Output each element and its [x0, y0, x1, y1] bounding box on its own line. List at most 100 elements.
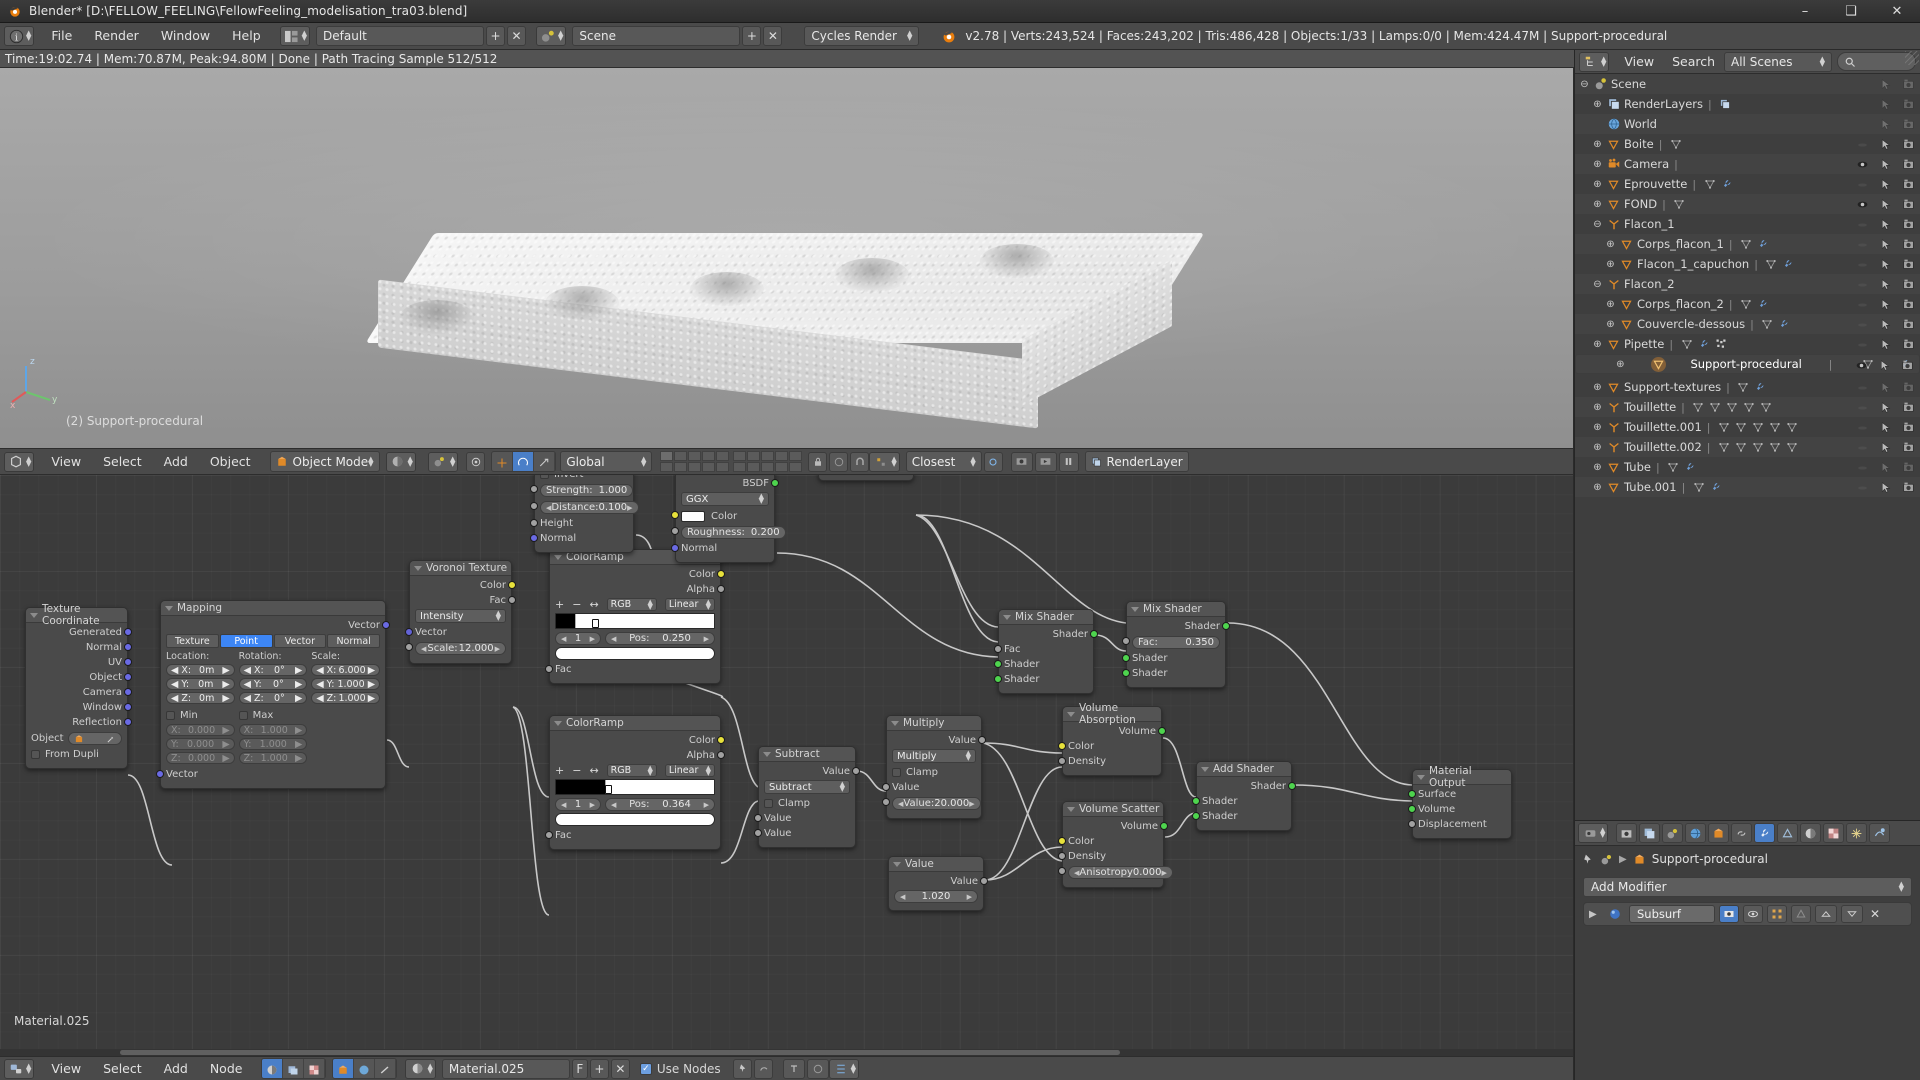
- expand-toggle-icon[interactable]: ⊕: [1605, 319, 1616, 330]
- output-socket[interactable]: [978, 736, 986, 744]
- render-layer-selector[interactable]: RenderLayer: [1084, 451, 1189, 472]
- flip-ramp-button[interactable]: ↔: [589, 764, 598, 777]
- tab-object[interactable]: [1708, 823, 1730, 843]
- layer-cell[interactable]: [747, 462, 761, 472]
- visibility-eye-icon[interactable]: [1855, 277, 1870, 292]
- layer-cell[interactable]: [789, 451, 803, 461]
- expand-toggle-icon[interactable]: ⊕: [1615, 359, 1626, 370]
- selectable-cursor-icon[interactable]: [1878, 77, 1893, 92]
- selectable-cursor-icon[interactable]: [1878, 97, 1893, 112]
- output-socket[interactable]: [1222, 622, 1230, 630]
- opengl-render-button[interactable]: [1010, 451, 1033, 472]
- outliner-row-fond[interactable]: ⊕ FOND |: [1575, 194, 1920, 214]
- mesh-icon[interactable]: [1708, 400, 1723, 415]
- input-socket[interactable]: [994, 645, 1002, 653]
- interaction-mode-dropdown[interactable]: Object Mode ▲ ▼: [269, 451, 380, 472]
- world-source-toggle[interactable]: [354, 1059, 376, 1078]
- tab-render[interactable]: [1616, 823, 1638, 843]
- stop-index-field[interactable]: ◀ 1 ▶: [555, 798, 601, 811]
- outliner-panel[interactable]: ▲ ▼ View Search All Scenes ▲ ▼ ⊖ Scene ⊕ Rend…: [1574, 50, 1920, 820]
- location-z-field[interactable]: ◀ Z: 0m ▶: [166, 692, 235, 704]
- outliner-row-touillette-001[interactable]: ⊕ Touillette.001 |: [1575, 417, 1920, 437]
- modifier-panel-subsurf[interactable]: ▶ Subsurf ✕: [1583, 902, 1912, 926]
- tab-vector[interactable]: Vector: [273, 634, 327, 648]
- outliner-row-flacon-1[interactable]: ⊖ Flacon_1: [1575, 214, 1920, 234]
- new-scene-button[interactable]: +: [742, 26, 762, 46]
- flip-ramp-button[interactable]: ↔: [589, 598, 598, 611]
- node-glossy-bsdf[interactable]: Glossy BSDF BSDF GGX▲▼ Color Roughness:0…: [671, 475, 786, 563]
- layer-cell[interactable]: [716, 451, 730, 461]
- mesh-icon[interactable]: [1716, 420, 1731, 435]
- node-header[interactable]: Mix Shader: [1127, 602, 1225, 617]
- close-button[interactable]: ✕: [1874, 0, 1920, 23]
- mesh-icon[interactable]: [1759, 400, 1774, 415]
- renderable-camera-icon[interactable]: [1901, 157, 1916, 172]
- selectable-cursor-icon[interactable]: [1878, 440, 1893, 455]
- visibility-eye-icon[interactable]: [1855, 480, 1870, 495]
- outliner-row-boite[interactable]: ⊕ Boite |: [1575, 134, 1920, 154]
- selectable-cursor-icon[interactable]: [1878, 277, 1893, 292]
- minimize-button[interactable]: –: [1782, 0, 1828, 23]
- visibility-eye-icon[interactable]: [1855, 460, 1870, 475]
- opengl-render-animation-button[interactable]: [1034, 451, 1057, 472]
- glossy-distribution-dropdown[interactable]: GGX ▲ ▼: [681, 492, 769, 506]
- viewport-menu-view[interactable]: View: [40, 451, 92, 473]
- renderable-camera-icon[interactable]: [1901, 177, 1916, 192]
- input-socket[interactable]: [545, 665, 553, 673]
- on-cage-toggle[interactable]: [1791, 905, 1811, 923]
- selectable-cursor-icon[interactable]: [1878, 460, 1893, 475]
- object-picker-field[interactable]: [67, 732, 122, 745]
- tab-modifiers[interactable]: [1754, 823, 1776, 843]
- maximize-button[interactable]: ❑: [1828, 0, 1874, 23]
- node-mix-shader-1[interactable]: Mix Shader Shader Fac Shader Shader: [994, 609, 1098, 694]
- node-header[interactable]: Voronoi Texture: [410, 561, 511, 576]
- collapse-triangle-icon[interactable]: [1201, 766, 1209, 772]
- visibility-eye-icon[interactable]: [1855, 217, 1870, 232]
- input-socket[interactable]: [671, 511, 679, 519]
- selectable-cursor-icon[interactable]: [1878, 217, 1893, 232]
- input-socket[interactable]: [1122, 669, 1130, 677]
- input-socket[interactable]: [1058, 852, 1066, 860]
- wrench-icon[interactable]: [1753, 380, 1768, 395]
- menu-file[interactable]: File: [40, 25, 83, 47]
- mesh-icon[interactable]: [1679, 337, 1694, 352]
- selectable-cursor-icon[interactable]: [1878, 237, 1893, 252]
- color-mode-dropdown[interactable]: RGB ▲ ▼: [606, 598, 657, 611]
- max-checkbox[interactable]: Max: [238, 709, 308, 722]
- input-socket[interactable]: [1192, 797, 1200, 805]
- snap-node-button[interactable]: [782, 1058, 805, 1079]
- node-header[interactable]: Multiply: [887, 716, 981, 731]
- editor-type-selector-outliner[interactable]: ▲ ▼: [1579, 51, 1610, 72]
- layer-cell[interactable]: [775, 462, 789, 472]
- outliner-row-camera[interactable]: ⊕ Camera |: [1575, 154, 1920, 174]
- min-checkbox[interactable]: Min: [166, 709, 235, 722]
- visibility-eye-icon[interactable]: [1855, 297, 1870, 312]
- particles-icon[interactable]: [1713, 337, 1728, 352]
- layer-cell[interactable]: [761, 462, 775, 472]
- pause-button[interactable]: [1058, 451, 1079, 472]
- checkbox-box[interactable]: ✓: [639, 1062, 652, 1075]
- collapse-triangle-icon[interactable]: [893, 861, 901, 867]
- collapse-triangle-icon[interactable]: [1067, 806, 1075, 812]
- snap-align-rotation-toggle[interactable]: [983, 451, 1003, 472]
- editor-type-selector-3dview[interactable]: ▲ ▼: [4, 451, 35, 472]
- expand-toggle-icon[interactable]: ⊕: [1592, 99, 1603, 110]
- cameradata-icon[interactable]: [1684, 157, 1699, 172]
- input-socket[interactable]: [530, 502, 538, 510]
- mesh-icon[interactable]: [1733, 440, 1748, 455]
- input-socket[interactable]: [671, 544, 679, 552]
- collapse-triangle-icon[interactable]: [30, 612, 38, 618]
- input-socket[interactable]: [1058, 742, 1066, 750]
- checkbox-box[interactable]: [892, 768, 901, 777]
- collapse-triangle-icon[interactable]: [414, 565, 422, 571]
- layer-cell[interactable]: [761, 451, 775, 461]
- lock-layers-toggle[interactable]: [808, 451, 828, 472]
- rotation-z-field[interactable]: ◀ Z: 0° ▶: [238, 692, 308, 704]
- editor-type-selector-info[interactable]: i ▲ ▼: [4, 26, 35, 46]
- eyedropper-icon[interactable]: [106, 734, 116, 744]
- mesh-icon[interactable]: [1750, 440, 1765, 455]
- node-colorramp-2[interactable]: ColorRamp Color Alpha + − ↔ RGB ▲ ▼ Linear…: [545, 715, 725, 850]
- collapse-triangle-icon[interactable]: [1417, 774, 1425, 780]
- wrench-icon[interactable]: [1756, 297, 1771, 312]
- colorramp-gradient[interactable]: [555, 613, 715, 629]
